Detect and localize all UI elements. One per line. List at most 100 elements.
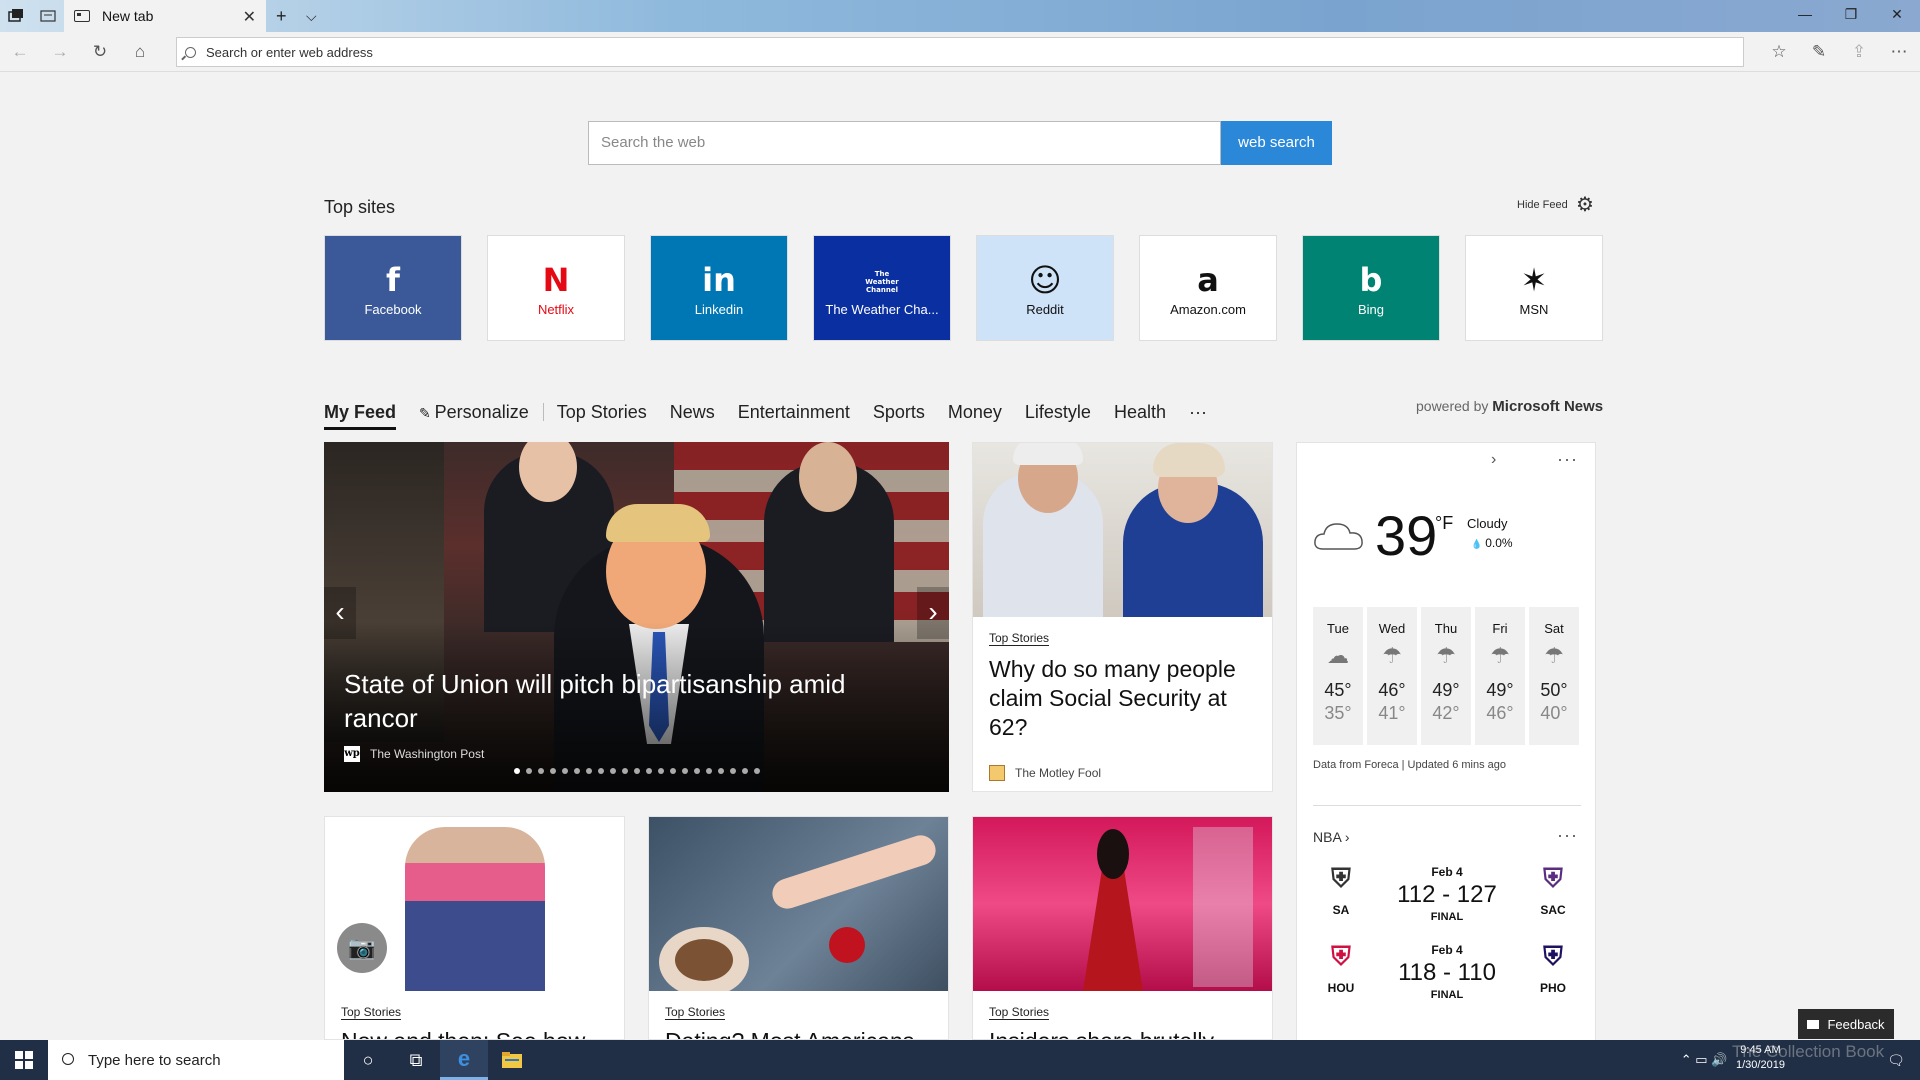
chevron-right-icon[interactable]: › (1491, 451, 1497, 469)
feed-tab-sports[interactable]: Sports (873, 402, 925, 423)
feed-tab-lifestyle[interactable]: Lifestyle (1025, 402, 1091, 423)
close-tab-icon[interactable]: ✕ (243, 7, 256, 27)
web-search-button[interactable]: web search (1221, 121, 1332, 165)
feedback-button[interactable]: Feedback (1798, 1009, 1894, 1039)
story-card[interactable]: Top Stories Dating? Most Americans (648, 816, 949, 1040)
windows-start-icon[interactable] (0, 1040, 48, 1080)
story-title[interactable]: Now and then: See how (341, 1027, 621, 1039)
top-site-tile[interactable]: ✶ MSN (1465, 235, 1603, 341)
forward-arrow-icon[interactable]: → (49, 41, 71, 63)
back-arrow-icon[interactable]: ← (9, 41, 31, 63)
carousel-dot[interactable] (706, 768, 712, 774)
feed-tab-personalize[interactable]: ✎ Personalize (419, 402, 529, 423)
new-tab-button[interactable]: + (276, 6, 287, 27)
feed-tab-my-feed[interactable]: My Feed (324, 402, 397, 430)
forecast-day[interactable]: Tue ☁ 45° 35° (1313, 607, 1363, 745)
team-away[interactable]: ⛨ SAC (1525, 859, 1581, 917)
nba-heading[interactable]: NBA › (1313, 829, 1350, 845)
story-card[interactable]: 📷 Top Stories Now and then: See how (324, 816, 625, 1040)
feed-tab-news[interactable]: News (670, 402, 715, 423)
taskbar-search-input[interactable]: Type here to search (48, 1040, 344, 1080)
edge-browser-icon[interactable]: e (440, 1040, 488, 1080)
close-window-button[interactable]: ✕ (1874, 6, 1920, 23)
story-category[interactable]: Top Stories (341, 1005, 402, 1020)
story-title[interactable]: Dating? Most Americans (665, 1027, 945, 1039)
story-category[interactable]: Top Stories (989, 1005, 1050, 1020)
carousel-dot[interactable] (634, 768, 640, 774)
share-icon[interactable]: ⇪ (1848, 41, 1870, 63)
carousel-dot[interactable] (646, 768, 652, 774)
tab-actions-icon[interactable] (8, 8, 24, 24)
tab-new-tab[interactable]: New tab ✕ (64, 0, 266, 32)
carousel-dot[interactable] (586, 768, 592, 774)
cortana-icon[interactable]: ○ (344, 1040, 392, 1080)
pen-icon[interactable]: ✎ (1808, 41, 1830, 63)
nba-more-icon[interactable]: ··· (1557, 825, 1578, 846)
home-icon[interactable]: ⌂ (129, 41, 151, 63)
carousel-dot[interactable] (610, 768, 616, 774)
top-site-tile[interactable]: f Facebook (324, 235, 462, 341)
web-search-input[interactable]: Search the web (588, 121, 1221, 165)
carousel-prev-icon[interactable]: ‹ (324, 587, 356, 639)
gear-icon[interactable]: ⚙ (1576, 195, 1596, 215)
carousel-dot[interactable] (622, 768, 628, 774)
address-bar[interactable]: Search or enter web address (176, 37, 1744, 67)
carousel-dot[interactable] (550, 768, 556, 774)
carousel-dot[interactable] (574, 768, 580, 774)
carousel-dot[interactable] (754, 768, 760, 774)
carousel-dot[interactable] (526, 768, 532, 774)
carousel-dot[interactable] (670, 768, 676, 774)
more-menu-icon[interactable]: ⋯ (1888, 41, 1910, 63)
task-view-icon[interactable]: ⧉ (392, 1040, 440, 1080)
story-title[interactable]: Why do so many people claim Social Secur… (989, 655, 1249, 742)
carousel-dot[interactable] (694, 768, 700, 774)
tab-preview-icon[interactable] (40, 8, 56, 24)
forecast-day[interactable]: Wed ☂ 46° 41° (1367, 607, 1417, 745)
top-site-tile[interactable]: The Weather Channel The Weather Cha... (813, 235, 951, 341)
carousel-next-icon[interactable]: › (917, 587, 949, 639)
nba-game[interactable]: ⛨ HOU Feb 4 118 - 110 FINAL ⛨ PHO (1313, 937, 1581, 1017)
refresh-icon[interactable]: ↻ (89, 41, 111, 63)
team-home[interactable]: ⛨ HOU (1313, 937, 1369, 995)
maximize-button[interactable]: ❐ (1828, 6, 1874, 23)
feed-tab-entertainment[interactable]: Entertainment (738, 402, 850, 423)
story-category[interactable]: Top Stories (989, 631, 1050, 646)
carousel-dot[interactable] (658, 768, 664, 774)
carousel-dot[interactable] (514, 768, 520, 774)
carousel-dot[interactable] (562, 768, 568, 774)
top-site-tile[interactable]: a Amazon.com (1139, 235, 1277, 341)
team-home[interactable]: ⛨ SA (1313, 859, 1369, 917)
weather-more-icon[interactable]: ··· (1557, 449, 1578, 470)
forecast-day[interactable]: Fri ☂ 49° 46° (1475, 607, 1525, 745)
top-site-tile[interactable]: in Linkedin (650, 235, 788, 341)
hero-story[interactable]: ‹ › State of Union will pitch bipartisan… (324, 442, 949, 792)
hero-title[interactable]: State of Union will pitch bipartisanship… (344, 667, 904, 735)
feed-tab-health[interactable]: Health (1114, 402, 1166, 423)
chevron-down-icon[interactable]: ⌵ (306, 8, 317, 25)
temperature-unit[interactable]: °F (1435, 513, 1453, 534)
team-away[interactable]: ⛨ PHO (1525, 937, 1581, 995)
story-card[interactable]: Top Stories Insiders share brutally (972, 816, 1273, 1040)
forecast-day[interactable]: Sat ☂ 50° 40° (1529, 607, 1579, 745)
carousel-dot[interactable] (538, 768, 544, 774)
carousel-dot[interactable] (718, 768, 724, 774)
top-site-tile[interactable]: b Bing (1302, 235, 1440, 341)
top-site-tile[interactable]: ☺ Reddit (976, 235, 1114, 341)
favorites-icon[interactable]: ☆ (1768, 41, 1790, 63)
hide-feed-link[interactable]: Hide Feed (1517, 199, 1568, 211)
carousel-dot[interactable] (730, 768, 736, 774)
feed-tab-money[interactable]: Money (948, 402, 1002, 423)
feed-tab-top-stories[interactable]: Top Stories (557, 402, 647, 423)
feed-tab-more[interactable]: ··· (1189, 402, 1207, 423)
story-title[interactable]: Insiders share brutally (989, 1027, 1269, 1039)
system-tray-icons[interactable]: ⌃ ▭ 🔊 (1680, 1040, 1728, 1080)
carousel-dot[interactable] (742, 768, 748, 774)
carousel-dot[interactable] (598, 768, 604, 774)
file-explorer-icon[interactable] (488, 1040, 536, 1080)
top-site-tile[interactable]: N Netflix (487, 235, 625, 341)
forecast-day[interactable]: Thu ☂ 49° 42° (1421, 607, 1471, 745)
carousel-dot[interactable] (682, 768, 688, 774)
story-category[interactable]: Top Stories (665, 1005, 726, 1020)
weather-footer[interactable]: Data from Foreca | Updated 6 mins ago (1313, 759, 1506, 771)
story-card-social-security[interactable]: Top Stories Why do so many people claim … (972, 442, 1273, 792)
